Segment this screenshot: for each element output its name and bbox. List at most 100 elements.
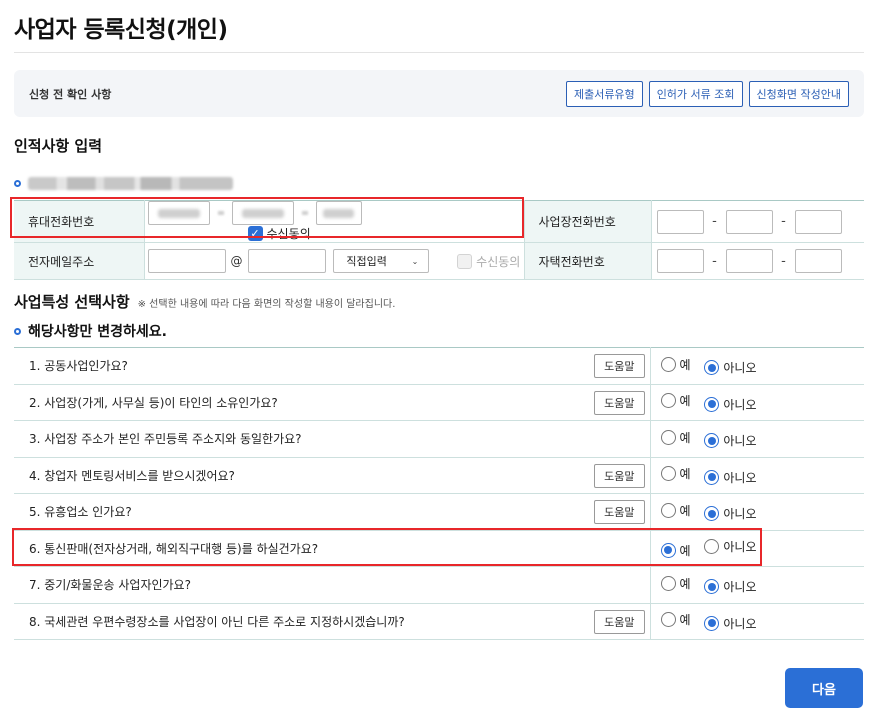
yes-radio[interactable]: 예: [660, 465, 691, 482]
question-row: 4. 창업자 멘토링서비스를 받으시겠어요? 도움말 예 아니오: [14, 457, 864, 494]
contact-table: 휴대전화번호 ✓ 수신동의 사업장전화번호 -- 전자메일주소 @ 직접입력 ⌄…: [14, 200, 864, 280]
home-phone-part2-input[interactable]: [725, 249, 773, 273]
no-label: 아니오: [723, 434, 757, 448]
mobile-inputs: ✓ 수신동의: [144, 200, 525, 243]
answer-cell: 예 아니오: [650, 420, 864, 458]
help-button[interactable]: 도움말: [594, 500, 645, 524]
change-only-line: 해당사항만 변경하세요.: [14, 321, 167, 341]
radio-icon: [704, 360, 720, 375]
email-local-input[interactable]: [147, 249, 226, 273]
question-cell: 6. 통신판매(전자상거래, 해외직구대행 등)를 하실건가요?: [14, 530, 651, 567]
yes-label: 예: [679, 503, 691, 518]
yes-radio[interactable]: 예: [660, 575, 691, 592]
no-label: 아니오: [723, 397, 757, 412]
mobile-part2-input[interactable]: [231, 201, 294, 225]
radio-icon: [704, 615, 720, 631]
doc-type-button[interactable]: 제출서류유형: [565, 81, 643, 107]
dash-separator: -: [712, 214, 717, 229]
bullet-icon: [14, 327, 21, 335]
home-phone-inputs: --: [651, 242, 864, 280]
next-button[interactable]: 다음: [785, 668, 863, 708]
yes-label: 예: [679, 357, 691, 372]
answer-cell: 예 아니오: [650, 384, 864, 421]
answer-cell: 예 아니오: [650, 457, 864, 494]
email-consent-label: 수신동의: [476, 254, 521, 269]
no-radio[interactable]: 아니오: [704, 578, 757, 595]
bullet-icon: [14, 180, 21, 187]
question-row: 8. 국세관련 우편수령장소를 사업장이 아닌 다른 주소로 지정하시겠습니까?…: [14, 603, 864, 640]
yes-radio[interactable]: 예: [660, 356, 691, 373]
radio-icon: [704, 433, 720, 448]
form-guide-button[interactable]: 신청화면 작성안내: [748, 81, 849, 107]
question-cell: 5. 유흥업소 인가요? 도움말: [14, 493, 651, 531]
question-row: 2. 사업장(가게, 사무실 등)이 타인의 소유인가요? 도움말 예 아니오: [14, 384, 864, 421]
no-radio[interactable]: 아니오: [704, 615, 757, 632]
applicant-line: [14, 177, 233, 190]
answer-cell: 예 아니오: [650, 603, 864, 640]
yes-radio[interactable]: 예: [660, 429, 691, 446]
at-sign: @: [230, 254, 243, 268]
business-features-title-text: 사업특성 선택사항: [14, 293, 130, 311]
no-radio[interactable]: 아니오: [704, 396, 757, 413]
business-features-title: 사업특성 선택사항 ※ 선택한 내용에 따라 다음 화면의 작성할 내용이 달라집…: [14, 291, 395, 312]
biz-phone-inputs: --: [651, 200, 864, 243]
question-cell: 7. 중기/화물운송 사업자인가요?: [14, 566, 651, 604]
help-button[interactable]: 도움말: [594, 609, 645, 634]
no-label: 아니오: [723, 616, 757, 631]
help-button[interactable]: 도움말: [594, 463, 645, 488]
mobile-consent-checkbox[interactable]: ✓ 수신동의: [247, 225, 311, 242]
email-consent-checkbox[interactable]: 수신동의: [457, 253, 520, 270]
radio-icon: [704, 539, 720, 554]
radio-icon: [660, 466, 676, 481]
yes-radio[interactable]: 예: [660, 392, 691, 409]
yes-label: 예: [679, 394, 691, 408]
no-label: 아니오: [723, 507, 757, 521]
title-divider: [14, 52, 864, 53]
no-radio[interactable]: 아니오: [704, 538, 757, 555]
help-button[interactable]: 도움말: [594, 390, 645, 415]
answer-cell: 예 아니오: [650, 493, 864, 531]
yes-radio[interactable]: 예: [660, 502, 691, 519]
biz-phone-part1-input[interactable]: [656, 209, 704, 234]
answer-cell: 예 아니오: [650, 566, 864, 604]
mobile-part1-input[interactable]: [147, 201, 210, 225]
no-radio[interactable]: 아니오: [704, 359, 757, 376]
biz-phone-part3-input[interactable]: [794, 209, 842, 234]
mobile-part3-input[interactable]: [315, 201, 362, 225]
home-phone-part3-input[interactable]: [794, 249, 842, 273]
question-row: 6. 통신판매(전자상거래, 해외직구대행 등)를 하실건가요? 예 아니오: [14, 530, 864, 567]
yes-label: 예: [679, 467, 691, 481]
business-questions-table: 1. 공동사업인가요? 도움말 예 아니오 2. 사업장(가게, 사무실 등)이 …: [14, 347, 864, 640]
chevron-down-icon: ⌄: [411, 256, 419, 266]
biz-phone-part2-input[interactable]: [725, 209, 773, 234]
page-title: 사업자 등록신청(개인): [14, 17, 228, 43]
question-text: 2. 사업장(가게, 사무실 등)이 타인의 소유인가요?: [29, 395, 278, 410]
email-domain-input[interactable]: [247, 249, 326, 273]
mobile-consent-label: 수신동의: [266, 227, 311, 241]
radio-icon: [704, 506, 720, 521]
help-button[interactable]: 도움말: [594, 354, 645, 378]
question-cell: 2. 사업장(가게, 사무실 등)이 타인의 소유인가요? 도움말: [14, 384, 651, 421]
home-phone-label: 자택전화번호: [524, 242, 652, 280]
checkbox-icon: [457, 253, 473, 269]
question-text: 5. 유흥업소 인가요?: [29, 505, 132, 520]
personal-info-title: 인적사항 입력: [14, 137, 103, 155]
yes-radio[interactable]: 예: [660, 542, 691, 559]
home-phone-part1-input[interactable]: [656, 249, 704, 273]
question-cell: 4. 창업자 멘토링서비스를 받으시겠어요? 도움말: [14, 457, 651, 494]
check-icon: ✓: [247, 226, 263, 241]
permit-doc-lookup-button[interactable]: 인허가 서류 조회: [648, 81, 743, 107]
yes-radio[interactable]: 예: [660, 611, 691, 628]
no-radio[interactable]: 아니오: [704, 505, 757, 522]
no-label: 아니오: [723, 470, 757, 485]
question-row: 7. 중기/화물운송 사업자인가요? 예 아니오: [14, 566, 864, 604]
dash-separator: -: [781, 253, 786, 269]
question-text: 8. 국세관련 우편수령장소를 사업장이 아닌 다른 주소로 지정하시겠습니까?: [29, 614, 405, 629]
precheck-label: 신청 전 확인 사항: [29, 88, 112, 101]
radio-icon: [660, 542, 676, 558]
question-row: 5. 유흥업소 인가요? 도움말 예 아니오: [14, 493, 864, 531]
email-domain-select[interactable]: 직접입력 ⌄: [333, 249, 430, 273]
no-radio[interactable]: 아니오: [704, 432, 757, 449]
yes-label: 예: [679, 613, 691, 627]
no-radio[interactable]: 아니오: [704, 469, 757, 486]
